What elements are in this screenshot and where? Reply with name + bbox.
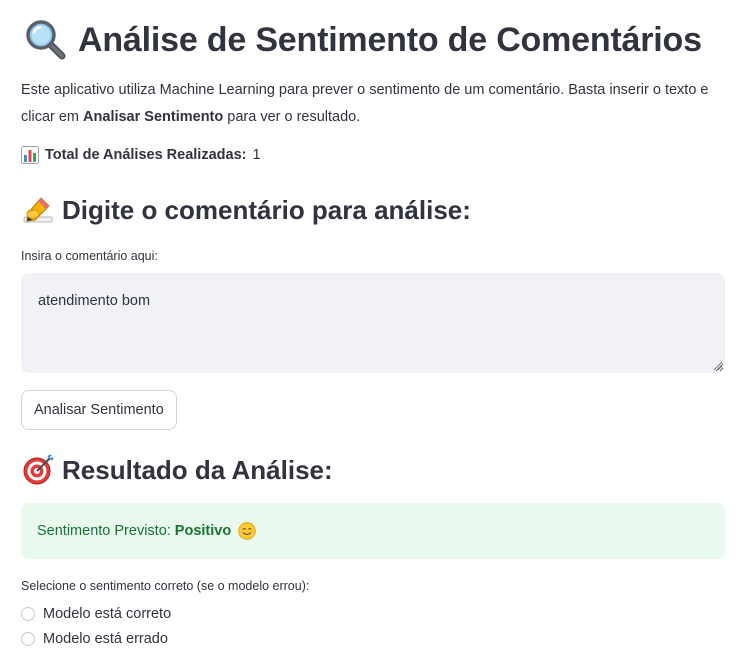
comment-textarea[interactable]: atendimento bom [21,273,725,373]
magnifying-glass-icon [24,18,68,62]
total-analyses-label: Total de Análises Realizadas: [45,147,247,163]
page-title-text: Análise de Sentimento de Comentários [78,20,702,59]
radio-option-wrong[interactable]: Modelo está errado [21,631,168,647]
result-sentiment-value: Positivo [174,523,232,539]
result-prefix: Sentimento Previsto: [37,523,171,539]
bar-chart-icon [21,146,39,164]
radio-option-label: Modelo está correto [43,606,172,622]
result-section-heading-text: Resultado da Análise: [62,454,333,485]
radio-circle[interactable] [21,632,35,646]
app-description: Este aplicativo utiliza Machine Learning… [21,77,727,131]
total-analyses: Total de Análises Realizadas: 1 [21,146,261,164]
comment-field-label: Insira o comentário aqui: [21,249,158,263]
sentiment-result-alert: Sentimento Previsto: Positivo [21,503,725,559]
input-section-heading-text: Digite o comentário para análise: [62,194,471,225]
input-section-heading: Digite o comentário para análise: [22,194,471,226]
result-section-heading: Resultado da Análise: [22,454,333,486]
radio-option-correct[interactable]: Modelo está correto [21,606,171,622]
smiling-face-icon [238,522,256,540]
analyze-sentiment-button[interactable]: Analisar Sentimento [21,390,177,430]
description-text-end: para ver o resultado. [223,109,361,125]
total-analyses-value: 1 [252,147,261,163]
app-page: Análise de Sentimento de Comentários Est… [0,0,739,663]
radio-option-label: Modelo está errado [43,631,168,647]
description-button-reference: Analisar Sentimento [83,109,224,125]
page-title: Análise de Sentimento de Comentários [24,18,702,62]
radio-circle[interactable] [21,607,35,621]
target-icon [22,454,54,486]
writing-hand-icon [22,194,54,226]
correct-sentiment-label: Selecione o sentimento correto (se o mod… [21,579,310,593]
